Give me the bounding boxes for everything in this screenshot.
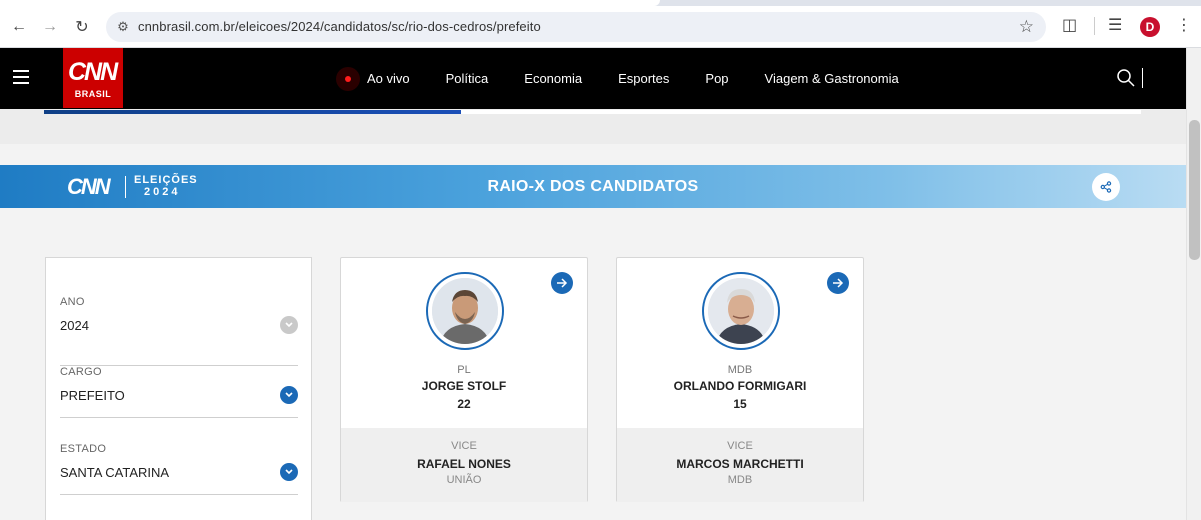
menu-item-ao-vivo[interactable]: Ao vivo [336,66,410,91]
chevron-down-icon[interactable] [280,463,298,481]
menu-item-politica[interactable]: Política [446,71,489,86]
menu-item-economia[interactable]: Economia [524,71,582,86]
candidate-card[interactable]: MDB ORLANDO FORMIGARI 15 VICE MARCOS MAR… [616,257,864,502]
address-bar[interactable]: ⚙ cnnbrasil.com.br/eleicoes/2024/candida… [106,12,1046,42]
cargo-value: PREFEITO [60,388,125,403]
main-menu: Ao vivo Política Economia Esportes Pop V… [336,48,935,109]
candidate-party: PL [457,364,471,376]
site-header: CNN BRASIL Ao vivo Política Economia Esp… [0,48,1186,109]
chevron-down-icon[interactable] [280,316,298,334]
cargo-select[interactable]: CARGO PREFEITO [60,366,298,418]
menu-item-esportes[interactable]: Esportes [618,71,669,86]
extensions-icon[interactable]: ◫ [1062,15,1077,35]
candidate-number: 22 [457,397,471,411]
candidate-photo [702,272,780,350]
load-progress-bar [44,110,1141,114]
vice-section: VICE MARCOS MARCHETTI MDB [617,428,863,502]
share-icon [1100,181,1112,193]
raio-x-banner: CNN ELEIÇÕES 2024 RAIO-X DOS CANDIDATOS [0,165,1186,208]
candidate-card[interactable]: PL JORGE STOLF 22 VICE RAFAEL NONES UNIÃ… [340,257,588,502]
live-dot-icon [336,66,360,91]
candidate-party: MDB [727,364,753,376]
logo-text: CNN [68,58,118,86]
vice-party: UNIÃO [446,474,482,486]
ano-value: 2024 [60,318,89,333]
url-text: cnnbrasil.com.br/eleicoes/2024/candidato… [138,19,541,34]
estado-value: SANTA CATARINA [60,465,170,480]
search-divider [1142,68,1143,88]
candidate-name: ORLANDO FORMIGARI [673,379,807,393]
browser-toolbar: ← → ↻ ⚙ cnnbrasil.com.br/eleicoes/2024/c… [0,0,1201,48]
profile-avatar[interactable]: D [1140,17,1160,37]
estado-label: ESTADO [60,443,107,455]
toolbar-divider [1094,17,1095,35]
candidate-name: JORGE STOLF [421,379,507,393]
menu-label: Ao vivo [367,71,410,86]
arrow-right-icon[interactable] [827,272,849,294]
vice-section: VICE RAFAEL NONES UNIÃO [341,428,587,502]
arrow-right-icon[interactable] [551,272,573,294]
chevron-down-icon[interactable] [280,386,298,404]
back-icon[interactable]: ← [8,16,30,38]
cnn-brasil-logo[interactable]: CNN BRASIL [63,48,123,108]
banner-title: RAIO-X DOS CANDIDATOS [487,178,699,195]
vice-name: RAFAEL NONES [417,457,511,471]
tab-strip [0,0,1201,6]
vice-name: MARCOS MARCHETTI [676,457,804,471]
forward-icon[interactable]: → [39,16,61,38]
media-control-icon[interactable]: ☰ [1108,15,1122,35]
vice-label: VICE [451,440,477,452]
estado-select[interactable]: ESTADO SANTA CATARINA [60,443,298,495]
candidate-photo [426,272,504,350]
share-button[interactable] [1092,173,1120,201]
hamburger-menu-icon[interactable] [13,70,29,84]
bookmark-star-icon[interactable]: ☆ [1019,17,1034,37]
vice-label: VICE [727,440,753,452]
site-info-icon[interactable]: ⚙ [114,18,132,36]
menu-item-viagem-gastronomia[interactable]: Viagem & Gastronomia [765,71,899,86]
candidate-number: 15 [733,397,747,411]
vice-party: MDB [727,474,753,486]
menu-item-pop[interactable]: Pop [705,71,728,86]
ano-select[interactable]: ANO 2024 [60,296,298,366]
logo-subtext: BRASIL [74,89,112,99]
filters-panel: ANO 2024 CARGO PREFEITO ESTADO SANTA CAT… [45,257,312,520]
cargo-label: CARGO [60,366,102,378]
search-icon[interactable] [1116,68,1136,88]
reload-icon[interactable]: ↻ [71,16,93,38]
ad-band [0,109,1186,144]
kebab-menu-icon[interactable]: ⋮ [1176,15,1192,35]
page-scrollbar[interactable] [1186,48,1201,520]
ano-label: ANO [60,296,85,308]
